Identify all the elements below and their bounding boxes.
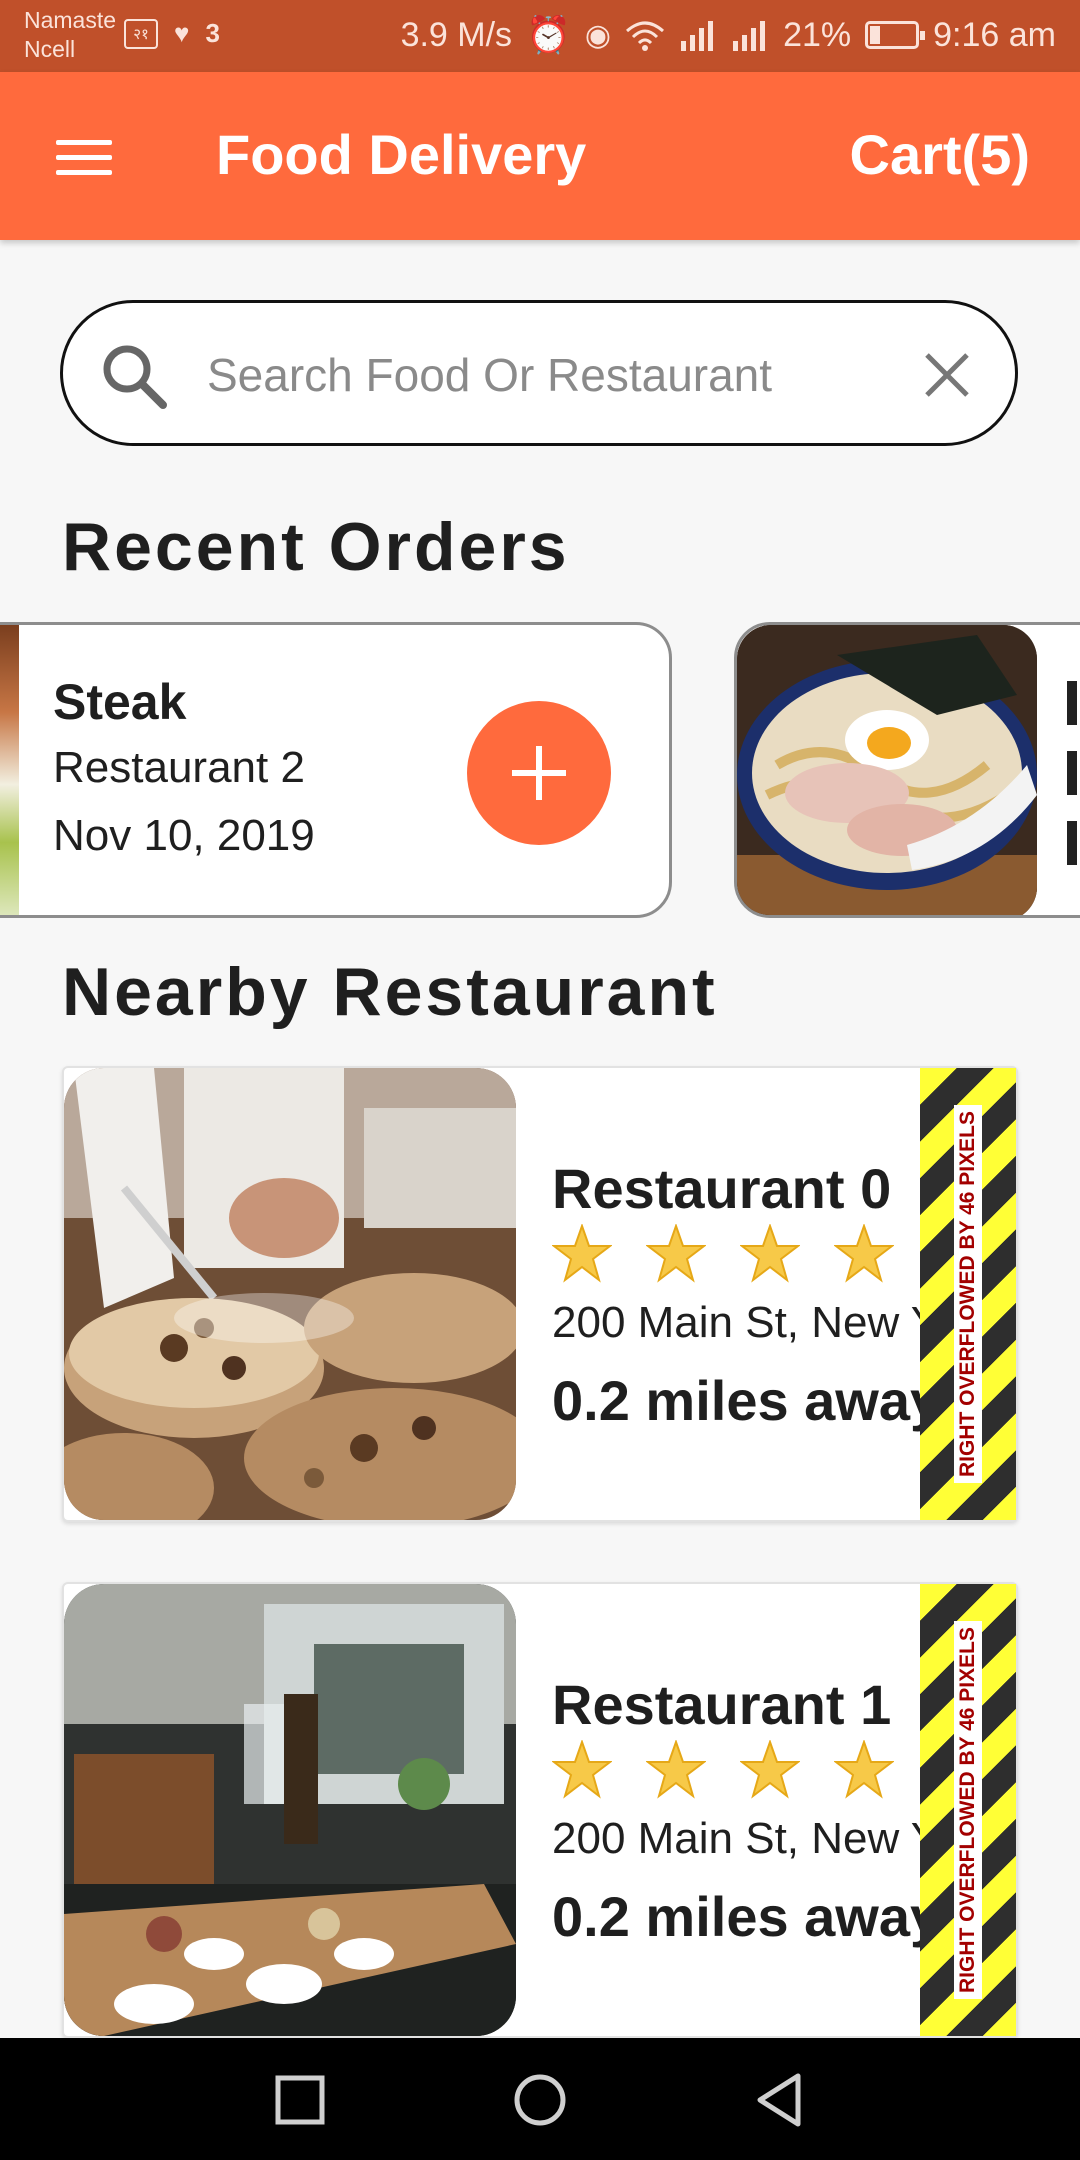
- recent-orders-title: Recent Orders: [62, 509, 570, 585]
- star-icon: [834, 1740, 894, 1799]
- signal-icon-2: [733, 21, 766, 51]
- back-icon[interactable]: [748, 2068, 812, 2132]
- status-bar: Namaste Ncell २१ ♥ 3 3.9 M/s ⏰ ◉ 21% 9:1…: [0, 0, 1080, 72]
- close-icon[interactable]: [921, 349, 973, 401]
- star-icon: [646, 1224, 706, 1283]
- restaurant-image: [64, 1584, 516, 2036]
- reorder-add-button[interactable]: [467, 701, 611, 845]
- order-food-name: Steak: [53, 674, 187, 730]
- heart-icon: ♥: [174, 18, 190, 48]
- star-icon: [740, 1740, 800, 1799]
- restaurant-name: Restaurant 1: [552, 1673, 892, 1736]
- restaurant-name: Restaurant 0: [552, 1157, 892, 1220]
- search-input[interactable]: [207, 343, 827, 407]
- app-bar: Food Delivery Cart(5): [0, 72, 1080, 240]
- wifi-icon: [626, 21, 665, 51]
- star-icon: [552, 1224, 612, 1283]
- rating-stars: [552, 1740, 894, 1800]
- battery-percent: 21%: [783, 15, 852, 54]
- app-title: Food Delivery: [216, 123, 587, 186]
- order-food-image: [737, 625, 1037, 915]
- order-restaurant: Restaurant 2: [53, 743, 305, 792]
- restaurant-image: [64, 1068, 516, 1520]
- overflow-warning-stripe: RIGHT OVERFLOWED BY 46 PIXELS: [920, 1584, 1016, 2036]
- alarm-icon: ⏰: [526, 14, 571, 55]
- recents-icon[interactable]: [268, 2068, 332, 2132]
- rating-stars: [552, 1224, 894, 1284]
- order-date: Nov 10, 2019: [53, 811, 315, 860]
- cart-button[interactable]: Cart(5): [850, 122, 1030, 187]
- system-nav-bar: [0, 2038, 1080, 2160]
- order-text-clipped: [1067, 681, 1077, 891]
- restaurant-address: 200 Main St, New Yo: [552, 1814, 961, 1863]
- carrier-network: Ncell: [24, 36, 76, 62]
- overflow-warning-stripe: RIGHT OVERFLOWED BY 46 PIXELS: [920, 1068, 1016, 1520]
- recent-order-card[interactable]: Steak Restaurant 2 Nov 10, 2019: [0, 622, 672, 918]
- network-speed: 3.9 M/s: [400, 15, 513, 54]
- home-icon[interactable]: [508, 2068, 572, 2132]
- restaurant-address: 200 Main St, New Yo: [552, 1298, 961, 1347]
- eye-icon: ◉: [584, 18, 612, 52]
- carrier-name: Namaste: [24, 7, 117, 33]
- battery-icon: [865, 21, 926, 49]
- status-icons-right: 3.9 M/s ⏰ ◉ 21% 9:16 am: [401, 14, 1056, 56]
- star-icon: [552, 1740, 612, 1799]
- restaurant-distance: 0.2 miles away: [552, 1369, 942, 1432]
- recent-order-card[interactable]: [734, 622, 1080, 918]
- restaurant-card[interactable]: Restaurant 0 200 Main St, New Yo 0.2 mil…: [62, 1066, 1018, 1522]
- star-icon: [834, 1224, 894, 1283]
- search-bar[interactable]: [60, 300, 1018, 446]
- carrier-label: Namaste Ncell: [24, 6, 116, 64]
- star-icon: [646, 1740, 706, 1799]
- notification-count: 3: [205, 18, 220, 48]
- search-icon: [103, 345, 167, 409]
- restaurant-distance: 0.2 miles away: [552, 1885, 942, 1948]
- star-icon: [740, 1224, 800, 1283]
- hamburger-icon[interactable]: [56, 140, 112, 176]
- status-icons-left: २१ ♥ 3: [124, 18, 220, 49]
- signal-icon: [681, 21, 714, 51]
- nearby-restaurant-title: Nearby Restaurant: [62, 954, 718, 1030]
- overflow-warning-text: RIGHT OVERFLOWED BY 46 PIXELS: [954, 1620, 982, 2000]
- order-food-image: [0, 625, 19, 915]
- overflow-warning-text: RIGHT OVERFLOWED BY 46 PIXELS: [954, 1104, 982, 1484]
- recent-orders-list[interactable]: Steak Restaurant 2 Nov 10, 2019: [0, 620, 1080, 920]
- restaurant-card[interactable]: Restaurant 1 200 Main St, New Yo 0.2 mil…: [62, 1582, 1018, 2038]
- sim-badge: २१: [124, 18, 158, 49]
- clock: 9:16 am: [933, 15, 1056, 54]
